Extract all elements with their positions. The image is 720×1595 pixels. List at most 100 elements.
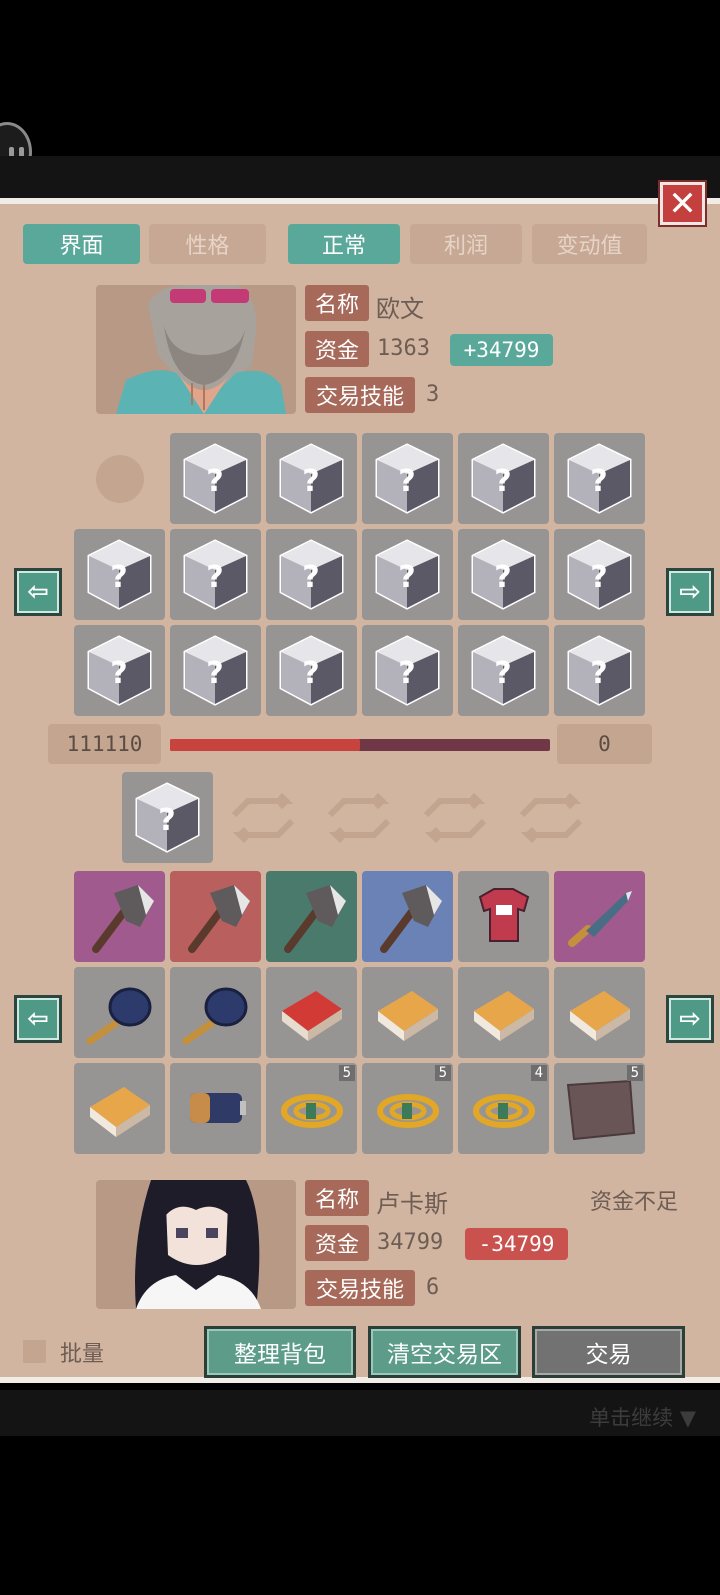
svg-text:?: ?: [158, 803, 175, 838]
inventory-slot[interactable]: [170, 871, 261, 962]
cigarette-pack-icon: [74, 1063, 165, 1158]
tab-personality[interactable]: 性格: [149, 224, 266, 264]
frying-pan-icon: [170, 967, 261, 1062]
inventory-slot[interactable]: [554, 967, 645, 1058]
tab-profit[interactable]: 利润: [410, 224, 522, 264]
svg-text:?: ?: [398, 464, 415, 499]
mystery-item-slot[interactable]: ?: [266, 529, 357, 620]
arrow-right-icon: ⇨: [679, 1004, 701, 1034]
inventory-slot[interactable]: [74, 1063, 165, 1154]
inventory-slot[interactable]: [74, 871, 165, 962]
close-button[interactable]: ✕: [660, 182, 705, 225]
sort-bag-button[interactable]: 整理背包: [204, 1326, 356, 1378]
mystery-item-slot[interactable]: ?: [170, 433, 261, 524]
tab-change-value[interactable]: 变动值: [532, 224, 647, 264]
mystery-item-slot[interactable]: ?: [458, 433, 549, 524]
name-label-bottom: 名称: [305, 1180, 369, 1216]
inventory-slot[interactable]: [554, 871, 645, 962]
mystery-box-icon: ?: [567, 443, 632, 514]
tab-normal[interactable]: 正常: [288, 224, 400, 264]
prev-page-button-bottom[interactable]: ⇦: [14, 995, 62, 1043]
mystery-item-slot[interactable]: ?: [554, 625, 645, 716]
mystery-item-slot[interactable]: ?: [266, 433, 357, 524]
swap-icon: [422, 792, 488, 847]
skill-value-top: 3: [426, 382, 440, 407]
mystery-box-icon: ?: [471, 443, 536, 514]
mystery-box-icon: ?: [375, 443, 440, 514]
trader-portrait-top: [96, 285, 296, 414]
mystery-item-slot[interactable]: ?: [458, 625, 549, 716]
mystery-box-icon: ?: [471, 635, 536, 706]
svg-text:?: ?: [110, 560, 127, 595]
inventory-slot[interactable]: [74, 967, 165, 1058]
inventory-slot[interactable]: [170, 1063, 261, 1154]
mystery-box-icon: ?: [279, 635, 344, 706]
arrow-left-icon: ⇦: [27, 577, 49, 607]
tap-to-continue[interactable]: 单击继续 ▼: [589, 1402, 696, 1432]
mystery-box-icon: ?: [375, 635, 440, 706]
trader-name-top: 欧文: [376, 295, 424, 323]
inventory-slot[interactable]: 5: [266, 1063, 357, 1154]
inventory-slot[interactable]: [458, 871, 549, 962]
next-page-button-bottom[interactable]: ⇨: [666, 995, 714, 1043]
funds-delta-bottom: -34799: [465, 1228, 568, 1260]
mystery-box-icon: ?: [87, 635, 152, 706]
svg-text:?: ?: [302, 656, 319, 691]
prev-page-button-top[interactable]: ⇦: [14, 568, 62, 616]
arrow-left-icon: ⇦: [27, 1004, 49, 1034]
insufficient-funds-status: 资金不足: [590, 1190, 679, 1215]
mystery-item-slot[interactable]: ?: [266, 625, 357, 716]
red-shirt-icon: [458, 871, 549, 966]
inventory-slot[interactable]: 4: [458, 1063, 549, 1154]
batch-checkbox[interactable]: [23, 1340, 46, 1363]
name-label-top: 名称: [305, 285, 369, 321]
mystery-item-slot[interactable]: ?: [74, 529, 165, 620]
svg-text:?: ?: [494, 464, 511, 499]
progress-fill: [170, 739, 360, 751]
svg-text:?: ?: [110, 656, 127, 691]
close-icon: ✕: [668, 183, 697, 224]
skill-label-bottom: 交易技能: [305, 1270, 415, 1306]
item-count: 5: [626, 1065, 643, 1081]
mystery-item-slot[interactable]: ?: [362, 625, 453, 716]
svg-text:?: ?: [398, 656, 415, 691]
svg-text:?: ?: [398, 560, 415, 595]
mystery-item-slot[interactable]: ?: [554, 529, 645, 620]
mystery-box-icon: ?: [567, 539, 632, 610]
tab-interface[interactable]: 界面: [23, 224, 140, 264]
item-count: 4: [530, 1065, 547, 1081]
clear-trade-area-button[interactable]: 清空交易区: [368, 1326, 521, 1378]
mystery-box-icon: ?: [183, 443, 248, 514]
mystery-item-slot[interactable]: ?: [170, 529, 261, 620]
inventory-slot[interactable]: [458, 967, 549, 1058]
svg-text:?: ?: [494, 656, 511, 691]
mystery-item-slot[interactable]: ?: [458, 529, 549, 620]
skill-label-top: 交易技能: [305, 377, 415, 413]
trade-button[interactable]: 交易: [532, 1326, 685, 1378]
trade-slot[interactable]: ?: [122, 772, 213, 863]
swap-icon: [326, 792, 392, 847]
inventory-slot[interactable]: [362, 967, 453, 1058]
inventory-slot[interactable]: [362, 871, 453, 962]
red-cigarette-pack-icon: [266, 967, 357, 1062]
mystery-item-slot[interactable]: ?: [362, 433, 453, 524]
mystery-item-slot[interactable]: ?: [170, 625, 261, 716]
trader-portrait-bottom: [96, 1180, 296, 1309]
top-band: [0, 156, 720, 198]
svg-text:?: ?: [206, 560, 223, 595]
mystery-item-slot[interactable]: ?: [554, 433, 645, 524]
cigarette-pack-icon: [554, 967, 645, 1062]
inventory-slot[interactable]: [266, 967, 357, 1058]
battery-icon: [170, 1063, 261, 1158]
inventory-slot[interactable]: [266, 871, 357, 962]
mystery-item-slot[interactable]: ?: [74, 625, 165, 716]
inventory-slot[interactable]: [170, 967, 261, 1058]
inventory-slot[interactable]: 5: [362, 1063, 453, 1154]
axe-icon: [362, 871, 453, 966]
next-page-button-top[interactable]: ⇨: [666, 568, 714, 616]
svg-text:?: ?: [590, 464, 607, 499]
inventory-slot[interactable]: 5: [554, 1063, 645, 1154]
mystery-item-slot[interactable]: ?: [362, 529, 453, 620]
empty-slot-indicator: [96, 455, 144, 503]
progress-right-value: 0: [557, 724, 652, 764]
